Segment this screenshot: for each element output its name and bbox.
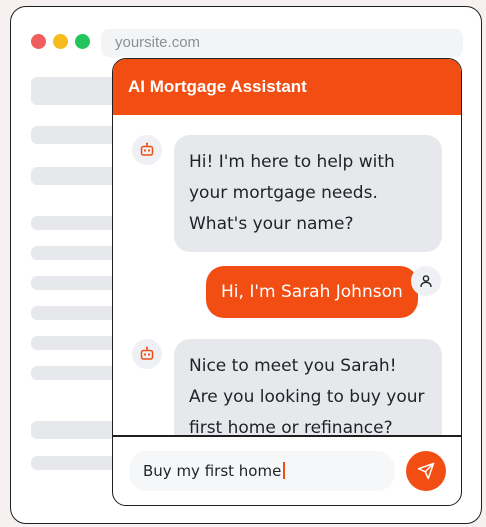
user-avatar [411, 266, 441, 296]
skeleton-line [31, 336, 121, 350]
skeleton-line [31, 366, 121, 380]
robot-icon [140, 142, 154, 156]
bot-avatar [132, 135, 162, 165]
window-minimize-dot[interactable] [53, 34, 68, 49]
message-input[interactable]: Buy my first home [129, 451, 395, 491]
send-button[interactable] [406, 451, 446, 491]
user-message: Hi, I'm Sarah Johnson [206, 266, 418, 318]
skeleton-line [31, 306, 121, 320]
user-icon [420, 275, 432, 288]
message-list[interactable]: Hi! I'm here to help with your mortgage … [113, 115, 461, 435]
window-maximize-dot[interactable] [75, 34, 90, 49]
chat-widget: AI Mortgage Assistant Hi! I'm here to he… [112, 58, 462, 506]
address-bar[interactable]: yoursite.com [101, 29, 463, 57]
bot-message: Nice to meet you Sarah! Are you looking … [174, 339, 442, 435]
skeleton-line [31, 216, 121, 230]
bot-avatar [132, 339, 162, 369]
window-close-dot[interactable] [31, 34, 46, 49]
skeleton-line [31, 421, 121, 439]
input-divider [113, 435, 461, 437]
skeleton-line [31, 276, 121, 290]
text-caret [283, 462, 286, 479]
robot-icon [140, 346, 154, 360]
skeleton-line [31, 456, 121, 470]
send-icon [417, 462, 435, 480]
chat-title: AI Mortgage Assistant [113, 59, 461, 115]
bot-message: Hi! I'm here to help with your mortgage … [174, 135, 442, 252]
skeleton-line [31, 246, 121, 260]
message-input-value: Buy my first home [143, 462, 282, 480]
